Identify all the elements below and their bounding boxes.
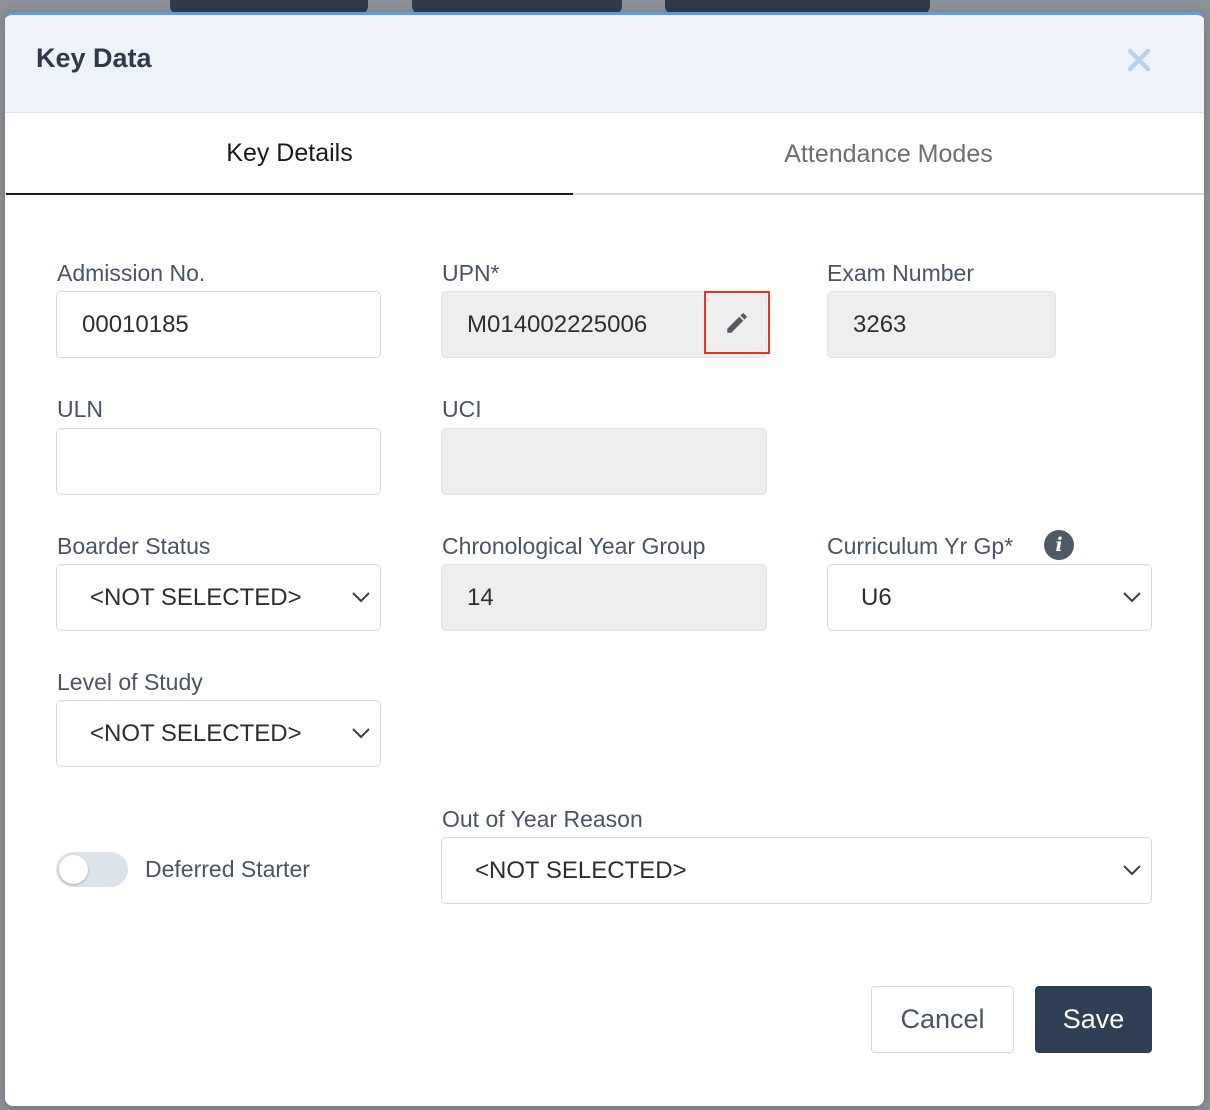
exam-number-input: 3263 (827, 291, 1056, 358)
deferred-starter-toggle[interactable] (56, 852, 128, 887)
boarder-status-label: Boarder Status (57, 533, 211, 559)
exam-number-label: Exam Number (827, 260, 974, 286)
level-of-study-label: Level of Study (57, 669, 203, 695)
uln-label: ULN (57, 396, 104, 422)
save-button[interactable]: Save (1035, 986, 1152, 1053)
curriculum-yr-gp-label: Curriculum Yr Gp* (827, 533, 1014, 559)
uln-input[interactable] (56, 428, 381, 495)
tab-bar: Key Details Attendance Modes (5, 113, 1204, 195)
chevron-down-icon (1123, 865, 1141, 876)
uci-input (441, 428, 767, 495)
tab-attendance-modes[interactable]: Attendance Modes (605, 113, 1172, 195)
chronological-year-group-input: 14 (441, 564, 767, 631)
info-icon[interactable]: i (1044, 530, 1074, 560)
deferred-starter-label: Deferred Starter (145, 856, 310, 882)
pencil-icon[interactable] (704, 291, 770, 354)
out-of-year-reason-value: <NOT SELECTED> (475, 856, 687, 884)
level-of-study-value: <NOT SELECTED> (90, 719, 302, 747)
level-of-study-select[interactable]: <NOT SELECTED> (56, 700, 381, 767)
uci-label: UCI (442, 396, 482, 422)
toggle-knob (59, 855, 88, 884)
chevron-down-icon (1123, 592, 1141, 603)
modal-title: Key Data (36, 43, 152, 73)
chronological-year-group-label: Chronological Year Group (442, 533, 706, 559)
out-of-year-reason-label: Out of Year Reason (442, 806, 643, 832)
close-icon[interactable] (1124, 45, 1154, 75)
cancel-button[interactable]: Cancel (871, 986, 1014, 1053)
admission-no-label: Admission No. (57, 260, 206, 286)
tab-key-details[interactable]: Key Details (6, 113, 573, 195)
curriculum-yr-gp-value: U6 (861, 583, 892, 611)
modal-header: Key Data (5, 15, 1204, 113)
boarder-status-select[interactable]: <NOT SELECTED> (56, 564, 381, 631)
admission-no-input[interactable]: 00010185 (56, 291, 381, 358)
out-of-year-reason-select[interactable]: <NOT SELECTED> (441, 837, 1152, 904)
upn-label: UPN* (442, 260, 500, 286)
chevron-down-icon (352, 592, 370, 603)
boarder-status-value: <NOT SELECTED> (90, 583, 302, 611)
curriculum-yr-gp-select[interactable]: U6 (827, 564, 1152, 631)
chevron-down-icon (352, 728, 370, 739)
